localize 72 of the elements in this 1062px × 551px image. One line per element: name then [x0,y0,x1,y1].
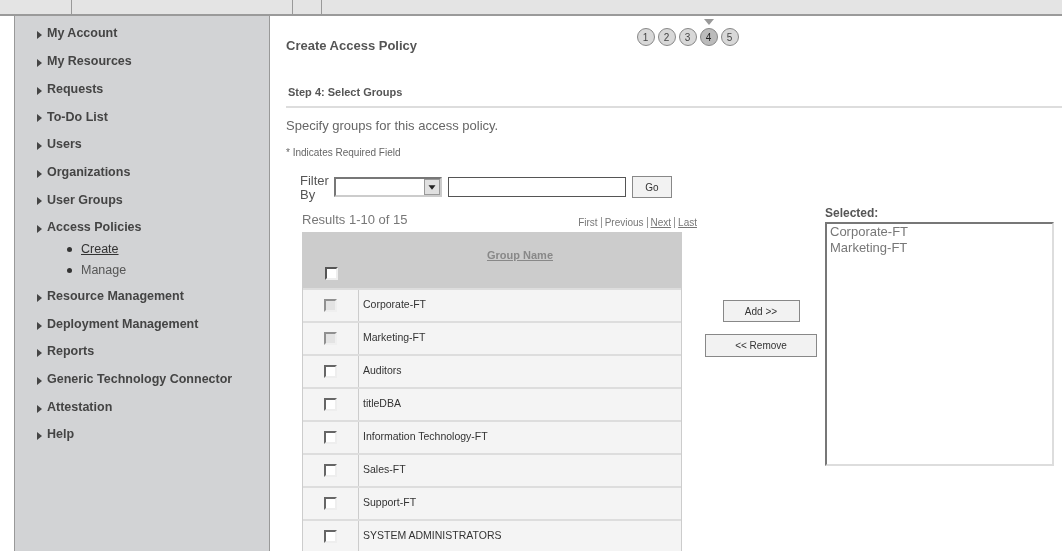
select-all-checkbox[interactable] [324,266,338,280]
expand-arrow-icon [37,59,42,68]
nav-item[interactable]: Users [47,135,82,154]
pager-text: Previous [604,215,644,230]
list-option[interactable]: Corporate-FT [830,224,1052,240]
table-cell: Information Technology-FT [363,429,488,445]
filter-dropdown[interactable] [334,177,442,197]
selected-label: Selected: [825,205,880,222]
step-indicator[interactable]: 1 [636,28,655,46]
nav-item[interactable]: My Resources [47,52,132,71]
nav-item[interactable]: Attestation [47,397,113,417]
required-note: * Indicates Required Field [286,146,402,160]
nav-item[interactable]: Resource Management [47,286,184,306]
step-indicator[interactable]: 3 [678,28,697,46]
row-checkbox[interactable] [324,430,337,444]
current-step-arrow-icon [703,18,714,26]
table-cell: Corporate-FT [363,297,426,313]
expand-arrow-icon [37,142,42,151]
nav-item[interactable]: To-Do List [47,107,108,127]
section-title: Step 4: Select Groups [286,84,1062,108]
filter-label: Filter By [300,174,330,202]
nav-item[interactable]: Organizations [47,162,131,182]
step-indicator[interactable]: 5 [720,28,739,46]
bullet-icon [67,267,72,273]
results-summary: Results 1-10 of 15 [302,211,408,229]
expand-arrow-icon [37,86,42,95]
table-cell: Auditors [363,363,402,379]
nav-subitem[interactable]: Manage [81,260,127,280]
table-cell: SYSTEM ADMINISTRATORS [363,528,502,544]
step-indicator[interactable]: 2 [657,28,676,46]
table-cell: Support-FT [363,495,417,511]
nav-item[interactable]: Access Policies [47,218,142,238]
nav-subitem[interactable]: Create [81,239,119,259]
row-checkbox[interactable] [324,463,337,477]
expand-arrow-icon [37,197,42,206]
pager-link[interactable]: Last [678,214,697,230]
expand-arrow-icon [37,169,42,178]
expand-arrow-icon [37,432,42,441]
nav-item[interactable]: Help [47,425,75,445]
expand-arrow-icon [37,404,42,413]
description: Specify groups for this access policy. [286,116,500,135]
nav-item[interactable]: My Account [47,24,118,44]
step-indicator[interactable]: 4 [699,28,718,46]
expand-arrow-icon [37,321,42,330]
row-checkbox[interactable] [324,496,337,510]
table-cell: Sales-FT [363,462,406,478]
row-checkbox[interactable] [324,397,337,411]
expand-arrow-icon [37,349,42,358]
remove-button[interactable]: << Remove [705,334,817,357]
expand-arrow-icon [37,376,42,385]
pager-text: First [578,215,598,230]
row-checkbox[interactable] [324,364,337,378]
nav-item[interactable]: Reports [47,342,95,362]
table-cell: Marketing-FT [363,330,426,346]
nav-item[interactable]: Deployment Management [47,314,199,334]
selected-listbox[interactable]: Corporate-FT Marketing-FT [825,222,1054,466]
expand-arrow-icon [37,114,42,123]
page-title: Create Access Policy [286,37,419,55]
nav-item[interactable]: Requests [47,79,104,99]
row-checkbox[interactable] [324,529,337,543]
pager-link[interactable]: Next [650,214,672,230]
go-button[interactable]: Go [632,176,672,198]
bullet-icon [67,246,72,252]
expand-arrow-icon [37,225,42,234]
nav-item[interactable]: Generic Technology Connector [47,370,233,389]
expand-arrow-icon [37,293,42,302]
expand-arrow-icon [37,31,42,40]
filter-input[interactable] [448,177,626,197]
list-option[interactable]: Marketing-FT [830,240,1052,256]
table-cell: titleDBA [363,396,401,412]
nav-item[interactable]: User Groups [47,190,123,210]
add-button[interactable]: Add >> [722,300,800,322]
